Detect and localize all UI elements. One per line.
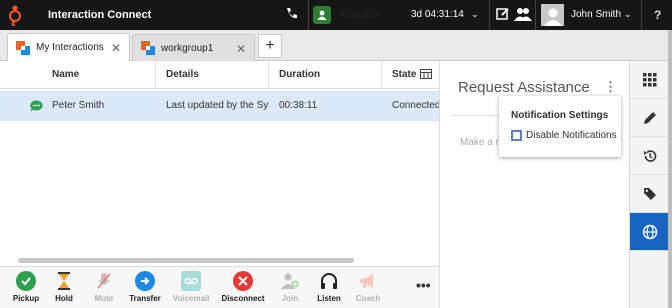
row-details: Last updated by the System: [166, 100, 269, 111]
megaphone-icon: [358, 271, 378, 291]
app-window: Interaction Connect Available 3d 04:31:1…: [0, 0, 672, 308]
row-name: Peter Smith: [52, 100, 105, 111]
table-header: Name Details Duration State: [0, 61, 439, 89]
help-icon[interactable]: ?: [654, 8, 661, 22]
app-title: Interaction Connect: [48, 9, 152, 21]
globe-icon[interactable]: [630, 213, 669, 251]
chat-icon: [30, 100, 43, 115]
column-picker-icon[interactable]: [420, 69, 432, 84]
more-actions-icon[interactable]: •••: [416, 277, 431, 293]
popup-title: Notification Settings: [511, 110, 609, 121]
interactions-icon: [16, 40, 30, 55]
disconnect-button[interactable]: Disconnect: [221, 269, 265, 307]
mic-muted-icon: [94, 271, 114, 291]
column-header-name[interactable]: Name: [42, 61, 156, 89]
notification-settings-popup: Notification Settings Disable Notificati…: [499, 96, 621, 157]
tool-label: Voicemail: [172, 294, 210, 303]
tab-label: workgroup1: [161, 42, 214, 54]
transfer-button[interactable]: Transfer: [125, 269, 165, 307]
user-name[interactable]: John Smith: [571, 9, 621, 20]
user-chevron-down-icon[interactable]: ⌄: [624, 9, 632, 20]
pickup-button[interactable]: Pickup: [6, 269, 46, 307]
tool-label: Coach: [355, 294, 381, 303]
request-input[interactable]: Make a re: [460, 137, 504, 148]
pencil-icon[interactable]: [630, 99, 669, 137]
tab-my-interactions[interactable]: My Interactions ✕: [7, 33, 130, 61]
avatar[interactable]: [541, 4, 564, 26]
mute-button[interactable]: Mute: [84, 269, 124, 307]
hold-button[interactable]: Hold: [44, 269, 84, 307]
workgroup-icon: [141, 41, 155, 55]
grid-icon[interactable]: [630, 61, 669, 99]
hourglass-icon: [54, 271, 74, 291]
side-rail: [629, 61, 669, 308]
tool-label: Mute: [94, 294, 114, 303]
add-person-icon: [280, 271, 300, 291]
row-state: Connected: [392, 100, 439, 111]
voicemail-icon: [181, 271, 201, 291]
coach-button[interactable]: Coach: [348, 269, 388, 307]
checkmark-icon: [16, 271, 36, 291]
column-header-details[interactable]: Details: [156, 61, 269, 89]
phone-icon[interactable]: [284, 6, 302, 24]
tool-label: Transfer: [129, 294, 161, 303]
headphones-icon: [319, 271, 339, 291]
tool-label: Hold: [55, 294, 73, 303]
tab-workgroup1[interactable]: workgroup1 ✕: [132, 34, 255, 61]
voicemail-button[interactable]: Voicemail: [171, 269, 211, 307]
header-divider: [641, 0, 642, 30]
column-header-duration[interactable]: Duration: [269, 61, 382, 89]
listen-button[interactable]: Listen: [309, 269, 349, 307]
join-button[interactable]: Join: [270, 269, 310, 307]
row-duration: 00:38:11: [279, 100, 318, 111]
disable-notifications-checkbox[interactable]: [511, 130, 522, 141]
close-icon[interactable]: ✕: [236, 42, 246, 56]
header-divider: [535, 0, 536, 30]
available-status-icon: [313, 6, 331, 24]
people-icon[interactable]: [514, 7, 532, 24]
tag-icon[interactable]: [630, 175, 669, 213]
header-divider: [489, 0, 490, 30]
genesys-logo-icon: [0, 0, 30, 30]
history-icon[interactable]: [630, 137, 669, 175]
tool-label: Disconnect: [221, 294, 265, 303]
call-toolbar: Pickup Hold Mute Transfer Voicemail Disc…: [0, 266, 439, 308]
add-tab-button[interactable]: +: [258, 34, 282, 58]
more-options-icon[interactable]: ⋮: [604, 79, 617, 95]
tab-label: My Interactions: [36, 42, 104, 53]
close-icon: [233, 271, 253, 291]
vertical-scrollbar[interactable]: [668, 30, 672, 308]
panel-title: Request Assistance: [458, 79, 590, 96]
tool-label: Listen: [317, 294, 341, 303]
status-time: 3d 04:31:14: [411, 9, 464, 20]
disable-notifications-label[interactable]: Disable Notifications: [526, 130, 617, 141]
tool-label: Pickup: [12, 294, 40, 303]
horizontal-scrollbar[interactable]: [18, 258, 354, 263]
tool-label: Join: [281, 294, 299, 303]
status-chevron-down-icon[interactable]: ⌄: [471, 9, 479, 20]
interactions-table: Name Details Duration State Peter Smith …: [0, 61, 439, 266]
status-selector[interactable]: Available: [313, 3, 379, 27]
table-row[interactable]: Peter Smith Last updated by the System 0…: [0, 91, 439, 121]
header-divider: [308, 0, 309, 30]
status-label: Available: [339, 9, 380, 21]
close-icon[interactable]: ✕: [111, 41, 121, 55]
edit-icon[interactable]: [496, 7, 510, 24]
arrow-right-icon: [135, 271, 155, 291]
